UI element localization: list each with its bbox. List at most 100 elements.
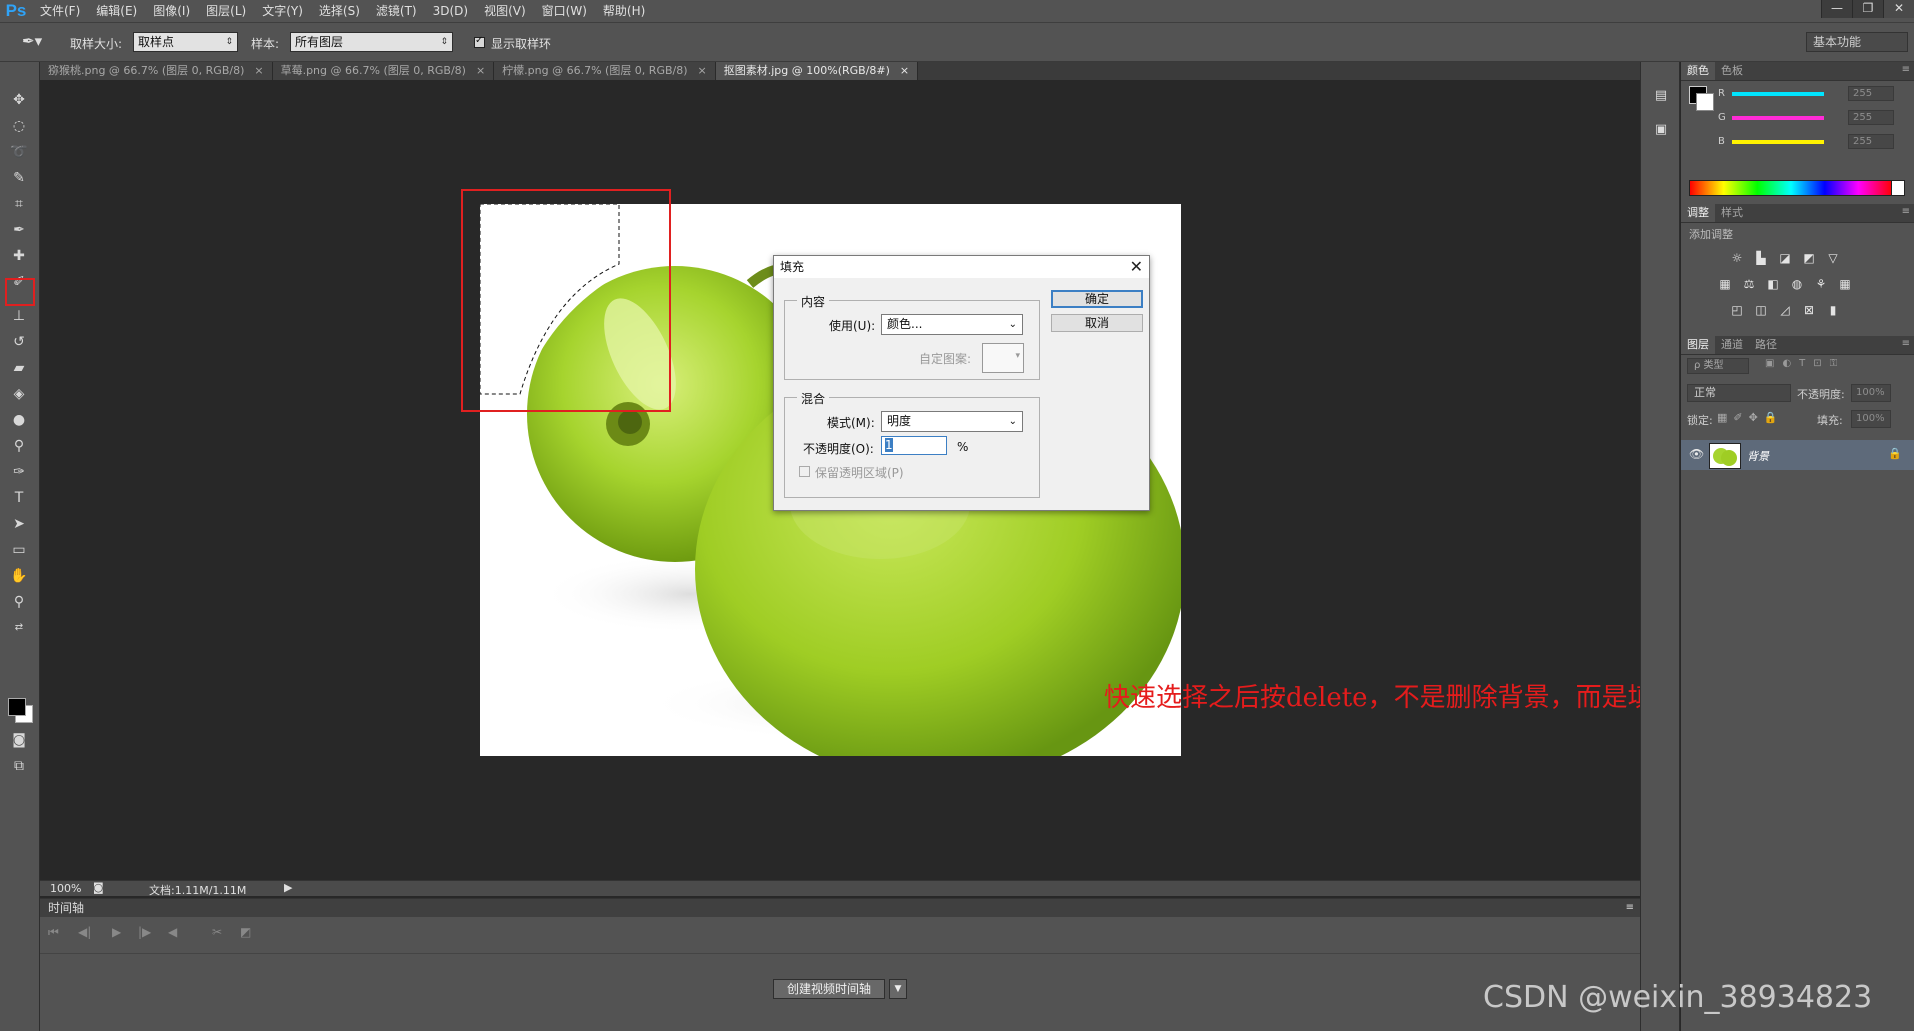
status-info-icon[interactable]: ◙ — [93, 881, 104, 894]
menu-window[interactable]: 窗口(W) — [534, 0, 595, 22]
brightness-icon[interactable]: ☼ — [1729, 251, 1745, 265]
menu-help[interactable]: 帮助(H) — [595, 0, 653, 22]
tab-channels[interactable]: 通道 — [1715, 336, 1749, 354]
menu-layer[interactable]: 图层(L) — [198, 0, 254, 22]
vibrance-icon[interactable]: ▽ — [1825, 251, 1841, 265]
type-tool-icon[interactable]: T — [8, 488, 30, 508]
color-spectrum-ramp[interactable] — [1689, 180, 1893, 196]
red-value[interactable]: 255 — [1848, 86, 1894, 101]
tab-lemon[interactable]: 柠檬.png @ 66.7% (图层 0, RGB/8) × — [494, 62, 716, 80]
screen-mode-icon[interactable]: ⧉ — [8, 756, 30, 776]
eyedropper-tool-icon[interactable]: ✒ — [8, 220, 30, 240]
color-balance-icon[interactable]: ⚖ — [1741, 277, 1757, 291]
curves-icon[interactable]: ◪ — [1777, 251, 1793, 265]
layer-filter-icons[interactable]: ▣◐T⊡⚿ — [1765, 358, 1845, 369]
marquee-tool-icon[interactable]: ◌ — [8, 116, 30, 136]
minimize-button[interactable]: — — [1821, 0, 1852, 18]
tab-cutout-material[interactable]: 抠图素材.jpg @ 100%(RGB/8#) × — [715, 62, 919, 80]
blur-tool-icon[interactable]: ● — [8, 410, 30, 430]
gradient-map-icon[interactable]: ▮ — [1825, 303, 1841, 317]
zoom-tool-icon[interactable]: ⚲ — [8, 592, 30, 612]
close-window-button[interactable]: ✕ — [1883, 0, 1914, 18]
next-frame-icon[interactable]: |▶ — [138, 925, 151, 939]
blue-track[interactable] — [1732, 140, 1824, 144]
layer-opacity-value[interactable]: 100% — [1851, 384, 1891, 402]
sample-select[interactable]: 所有图层 ⇕ — [290, 32, 453, 52]
tab-color[interactable]: 颜色 — [1681, 62, 1715, 80]
levels-icon[interactable]: ▙ — [1753, 251, 1769, 265]
audio-icon[interactable]: ◀ — [168, 925, 177, 939]
properties-panel-icon[interactable]: ▣ — [1651, 122, 1671, 140]
move-tool-icon[interactable]: ✥ — [8, 90, 30, 110]
close-tab-icon[interactable]: × — [476, 64, 485, 77]
swap-colors-icon[interactable]: ⇄ — [8, 618, 30, 638]
fill-value[interactable]: 100% — [1851, 410, 1891, 428]
invert-icon[interactable]: ◰ — [1729, 303, 1745, 317]
hue-saturation-icon[interactable]: ▦ — [1717, 277, 1733, 291]
tab-paths[interactable]: 路径 — [1749, 336, 1783, 354]
tab-kiwi[interactable]: 猕猴桃.png @ 66.7% (图层 0, RGB/8) × — [40, 62, 273, 80]
photo-filter-icon[interactable]: ◍ — [1789, 277, 1805, 291]
tab-layers[interactable]: 图层 — [1681, 336, 1715, 354]
blend-mode-select[interactable]: 正常 — [1687, 384, 1791, 402]
paint-bucket-tool-icon[interactable]: ◈ — [8, 384, 30, 404]
menu-file[interactable]: 文件(F) — [32, 0, 88, 22]
split-scissors-icon[interactable]: ✂ — [212, 925, 222, 939]
layer-row-background[interactable]: 👁 背景 🔒 — [1681, 440, 1914, 470]
rectangle-tool-icon[interactable]: ▭ — [8, 540, 30, 560]
exposure-icon[interactable]: ◩ — [1801, 251, 1817, 265]
channel-mixer-icon[interactable]: ⚘ — [1813, 277, 1829, 291]
black-white-icon[interactable]: ◧ — [1765, 277, 1781, 291]
zoom-level[interactable]: 100% — [50, 882, 81, 895]
white-ramp-swatch[interactable] — [1891, 180, 1905, 196]
panel-menu-icon[interactable]: ≡ — [1626, 899, 1634, 917]
menu-image[interactable]: 图像(I) — [145, 0, 198, 22]
workspace-select[interactable]: 基本功能 — [1806, 32, 1908, 52]
quick-mask-icon[interactable]: ◙ — [8, 730, 30, 750]
healing-brush-tool-icon[interactable]: ✚ — [8, 246, 30, 266]
blue-value[interactable]: 255 — [1848, 134, 1894, 149]
color-lookup-icon[interactable]: ▦ — [1837, 277, 1853, 291]
close-tab-icon[interactable]: × — [254, 64, 263, 77]
history-panel-icon[interactable]: ▤ — [1651, 88, 1671, 106]
ok-button[interactable]: 确定 — [1051, 290, 1143, 308]
path-selection-tool-icon[interactable]: ➤ — [8, 514, 30, 534]
opacity-input[interactable]: 1 — [881, 436, 947, 455]
sample-size-select[interactable]: 取样点 ⇕ — [133, 32, 238, 52]
tab-swatches[interactable]: 色板 — [1715, 62, 1749, 80]
tab-strawberry[interactable]: 草莓.png @ 66.7% (图层 0, RGB/8) × — [272, 62, 495, 80]
menu-select[interactable]: 选择(S) — [311, 0, 368, 22]
eraser-tool-icon[interactable]: ▰ — [8, 358, 30, 378]
previous-frame-icon[interactable]: ◀| — [78, 925, 91, 939]
close-tab-icon[interactable]: × — [698, 64, 707, 77]
first-frame-icon[interactable]: ⏮ — [48, 925, 59, 940]
quick-selection-tool-icon[interactable]: ✎ — [8, 168, 30, 188]
tab-adjustments[interactable]: 调整 — [1681, 204, 1715, 222]
menu-filter[interactable]: 滤镜(T) — [368, 0, 425, 22]
panel-menu-icon[interactable]: ≡ — [1902, 64, 1910, 75]
tab-styles[interactable]: 样式 — [1715, 204, 1749, 222]
cancel-button[interactable]: 取消 — [1051, 314, 1143, 332]
use-select[interactable]: 颜色... ⌄ — [881, 314, 1023, 335]
lock-options-icons[interactable]: ▦✐✥🔒 — [1717, 411, 1784, 424]
create-video-timeline-button[interactable]: 创建视频时间轴 — [773, 979, 885, 999]
hand-tool-icon[interactable]: ✋ — [8, 566, 30, 586]
preserve-transparency-checkbox[interactable] — [799, 466, 810, 477]
panel-menu-icon[interactable]: ≡ — [1902, 338, 1910, 349]
timeline-dropdown-arrow-icon[interactable]: ▼ — [889, 979, 907, 999]
green-track[interactable] — [1732, 116, 1824, 120]
close-tab-icon[interactable]: × — [900, 64, 909, 77]
menu-3d[interactable]: 3D(D) — [425, 0, 476, 22]
pen-tool-icon[interactable]: ✑ — [8, 462, 30, 482]
visibility-eye-icon[interactable]: 👁 — [1689, 447, 1704, 461]
foreground-color-swatch[interactable] — [8, 698, 26, 716]
play-icon[interactable]: ▶ — [112, 925, 121, 939]
transition-icon[interactable]: ◩ — [240, 925, 251, 939]
show-sampling-ring-checkbox[interactable] — [474, 35, 485, 48]
close-icon[interactable]: ✕ — [1130, 256, 1143, 278]
layer-kind-filter[interactable]: ρ 类型 — [1687, 358, 1749, 374]
menu-view[interactable]: 视图(V) — [476, 0, 534, 22]
threshold-icon[interactable]: ◿ — [1777, 303, 1793, 317]
status-menu-arrow-icon[interactable]: ▶ — [284, 881, 292, 894]
posterize-icon[interactable]: ◫ — [1753, 303, 1769, 317]
